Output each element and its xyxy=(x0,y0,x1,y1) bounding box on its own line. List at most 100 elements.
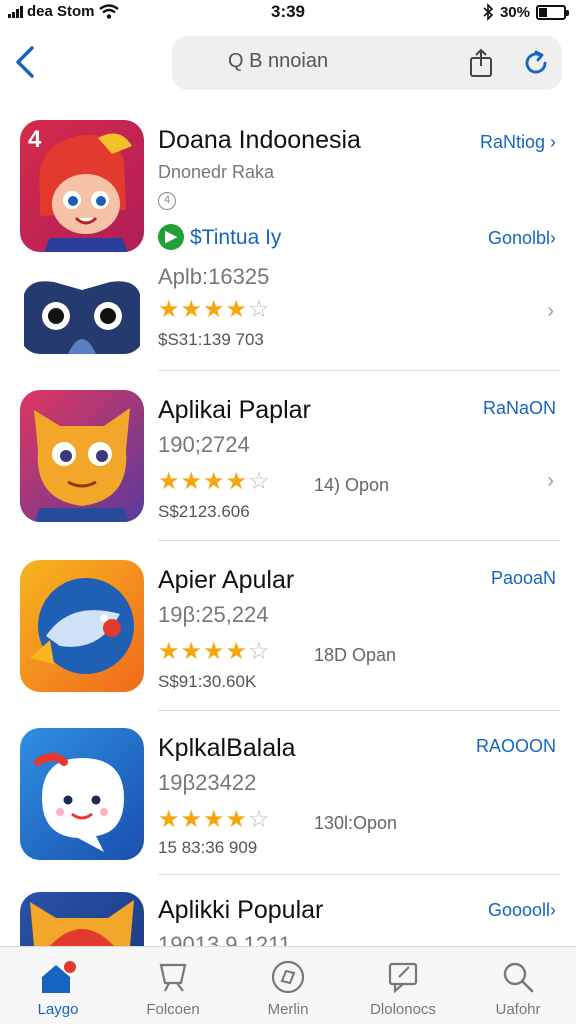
tab-bar: Laygo Folcoen Merlin Dlolonocs Uafohr xyxy=(0,946,576,1024)
age-badge: 4 xyxy=(158,192,176,210)
action-link[interactable]: RAOOON xyxy=(476,736,556,757)
star-filled-icon: ★ xyxy=(158,638,180,665)
divider xyxy=(158,370,560,371)
share-icon[interactable] xyxy=(468,48,494,78)
chevron-right-icon[interactable]: › xyxy=(547,300,554,323)
star-filled-icon: ★ xyxy=(225,806,248,833)
map-icon xyxy=(159,963,187,992)
open-count: 18D Opan xyxy=(314,645,397,665)
app-stats: Aplb:16325 xyxy=(158,264,270,289)
app-icon-owl[interactable] xyxy=(20,274,144,354)
tab-label: Laygo xyxy=(37,1001,79,1018)
battery-percent: 30% xyxy=(499,3,530,21)
app-title[interactable]: Aplikai Paplar xyxy=(158,396,311,425)
app-developer: Dnonedr Raka xyxy=(158,162,275,182)
app-stats: 19013 9 1211 xyxy=(158,932,291,946)
action-link-label: RAOOON xyxy=(475,736,556,756)
chevron-right-icon[interactable]: › xyxy=(547,470,554,493)
star-filled-icon: ★ xyxy=(225,468,248,495)
divider xyxy=(158,874,560,875)
action-link-label: Gooooll xyxy=(487,900,550,920)
star-empty-icon: ☆ xyxy=(248,468,270,495)
star-filled-icon: ★ xyxy=(203,468,225,495)
app-price: 15 83:36 909 xyxy=(158,838,258,857)
message-icon xyxy=(388,962,418,994)
open-count: 130l:Opon xyxy=(314,813,398,833)
fish-icon xyxy=(30,578,134,674)
star-filled-icon: ★ xyxy=(180,638,203,665)
rating-link-label: RaNtiog xyxy=(479,132,545,152)
tab-label: Folcoen xyxy=(146,1001,200,1018)
battery-icon xyxy=(536,4,569,20)
tab-home[interactable]: Laygo xyxy=(0,953,116,1023)
app-stats: 19β23422 xyxy=(158,770,257,795)
play-badge-icon: ▶ xyxy=(158,224,184,250)
rating-stars: ★ ★ ★ ★ ☆ xyxy=(158,298,270,322)
star-filled-icon: ★ xyxy=(225,296,248,323)
app-icon-fish[interactable] xyxy=(20,560,144,692)
tab-label: Merlin xyxy=(267,1001,309,1018)
compass-icon xyxy=(271,960,305,994)
app-title[interactable]: Doana Indoonesia xyxy=(158,126,361,155)
app-price: S$91:30.60K xyxy=(158,672,257,691)
cat-icon xyxy=(34,408,130,522)
divider xyxy=(158,710,560,711)
action-link-label: PaooaN xyxy=(490,568,556,588)
app-icon-number: 4 xyxy=(28,126,42,153)
app-icon-fox[interactable] xyxy=(20,892,144,946)
tab-label: Uafohr xyxy=(495,1001,541,1018)
battery-fill xyxy=(539,7,547,17)
star-filled-icon: ★ xyxy=(203,806,225,833)
app-stats: 19β:25,224 xyxy=(158,602,269,627)
search-bar[interactable]: Q B nnoian xyxy=(172,36,562,90)
app-icon-character[interactable]: 4 xyxy=(20,120,144,252)
star-filled-icon: ★ xyxy=(203,638,225,665)
app-title[interactable]: Aplikki Popular xyxy=(158,896,323,925)
star-filled-icon: ★ xyxy=(225,638,248,665)
star-filled-icon: ★ xyxy=(180,296,203,323)
app-icon-cat[interactable] xyxy=(20,390,144,522)
app-title[interactable]: KplkalBalala xyxy=(158,734,296,763)
rating-stars: ★ ★ ★ ★ ☆ xyxy=(158,640,270,664)
action-link[interactable]: PaooaN xyxy=(491,568,556,589)
nav-bar: Q B nnoian xyxy=(0,30,576,96)
star-filled-icon: ★ xyxy=(203,296,225,323)
star-filled-icon: ★ xyxy=(180,468,203,495)
app-price: $S31:139 703 xyxy=(158,330,264,349)
star-empty-icon: ☆ xyxy=(248,806,270,833)
fox-icon xyxy=(30,900,134,946)
app-title[interactable]: Apier Apular xyxy=(158,566,294,595)
rating-link[interactable]: RaNtiog › xyxy=(480,132,556,153)
tab-dlolonocs[interactable]: Dlolonocs xyxy=(345,953,461,1023)
action-link[interactable]: RaNaON xyxy=(483,398,556,419)
back-chevron-icon[interactable] xyxy=(10,44,42,80)
ghost-icon xyxy=(34,753,124,852)
app-price: S$2123.606 xyxy=(158,502,250,521)
download-link-label: Gonolbl xyxy=(487,228,550,248)
star-empty-icon: ☆ xyxy=(248,296,270,323)
action-link[interactable]: Gooooll› xyxy=(488,900,556,921)
bluetooth-icon xyxy=(483,3,494,21)
tab-uafohr[interactable]: Uafohr xyxy=(460,953,576,1023)
tab-merlin[interactable]: Merlin xyxy=(230,953,346,1023)
rating-stars: ★ ★ ★ ★ ☆ xyxy=(158,470,270,494)
owl-icon xyxy=(24,281,140,354)
reload-icon[interactable] xyxy=(522,49,550,77)
app-stats: 190;2724 xyxy=(158,432,250,457)
status-right: 30% xyxy=(482,3,569,21)
status-bar: dea Stom 3:39 30% xyxy=(0,0,576,26)
download-link[interactable]: Gonolbl› xyxy=(488,228,556,249)
search-query[interactable]: Q B nnoian xyxy=(228,50,328,73)
star-filled-icon: ★ xyxy=(158,806,180,833)
home-icon xyxy=(42,961,76,993)
divider xyxy=(158,540,560,541)
star-filled-icon: ★ xyxy=(158,468,180,495)
rating-stars: ★ ★ ★ ★ ☆ xyxy=(158,808,270,832)
star-filled-icon: ★ xyxy=(180,806,203,833)
app-price-tag: $Tintua Iy xyxy=(190,226,282,249)
open-count: 14) Opon xyxy=(314,475,390,495)
app-icon-ghost[interactable] xyxy=(20,728,144,860)
tab-folcoen[interactable]: Folcoen xyxy=(115,953,231,1023)
tab-label: Dlolonocs xyxy=(370,1001,436,1018)
action-link-label: RaNaON xyxy=(482,398,556,418)
